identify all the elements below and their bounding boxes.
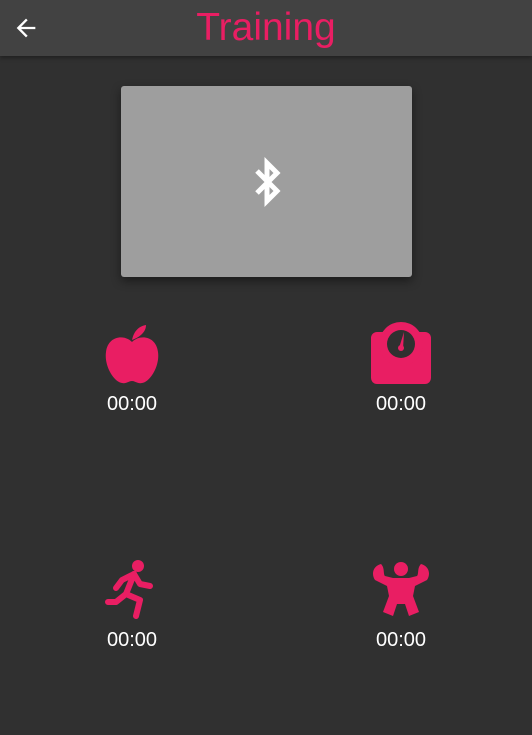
weight-time: 00:00 (375, 393, 427, 415)
bluetooth-icon (255, 156, 281, 208)
running-tile[interactable]: 00:00 (72, 560, 192, 652)
scale-icon (371, 322, 431, 384)
muscle-man-icon (373, 562, 429, 616)
running-person-icon (105, 560, 153, 619)
strength-tile[interactable]: 00:00 (341, 560, 461, 652)
strength-time: 00:00 (375, 629, 427, 651)
bluetooth-connect-card[interactable] (121, 86, 412, 277)
nutrition-time: 00:00 (106, 393, 158, 415)
page-title: Training (196, 6, 336, 49)
weight-tile[interactable]: 00:00 (341, 322, 461, 416)
nutrition-tile[interactable]: 00:00 (72, 322, 192, 416)
running-time: 00:00 (106, 629, 158, 651)
apple-icon (105, 325, 159, 384)
app-bar: Training (0, 0, 532, 56)
